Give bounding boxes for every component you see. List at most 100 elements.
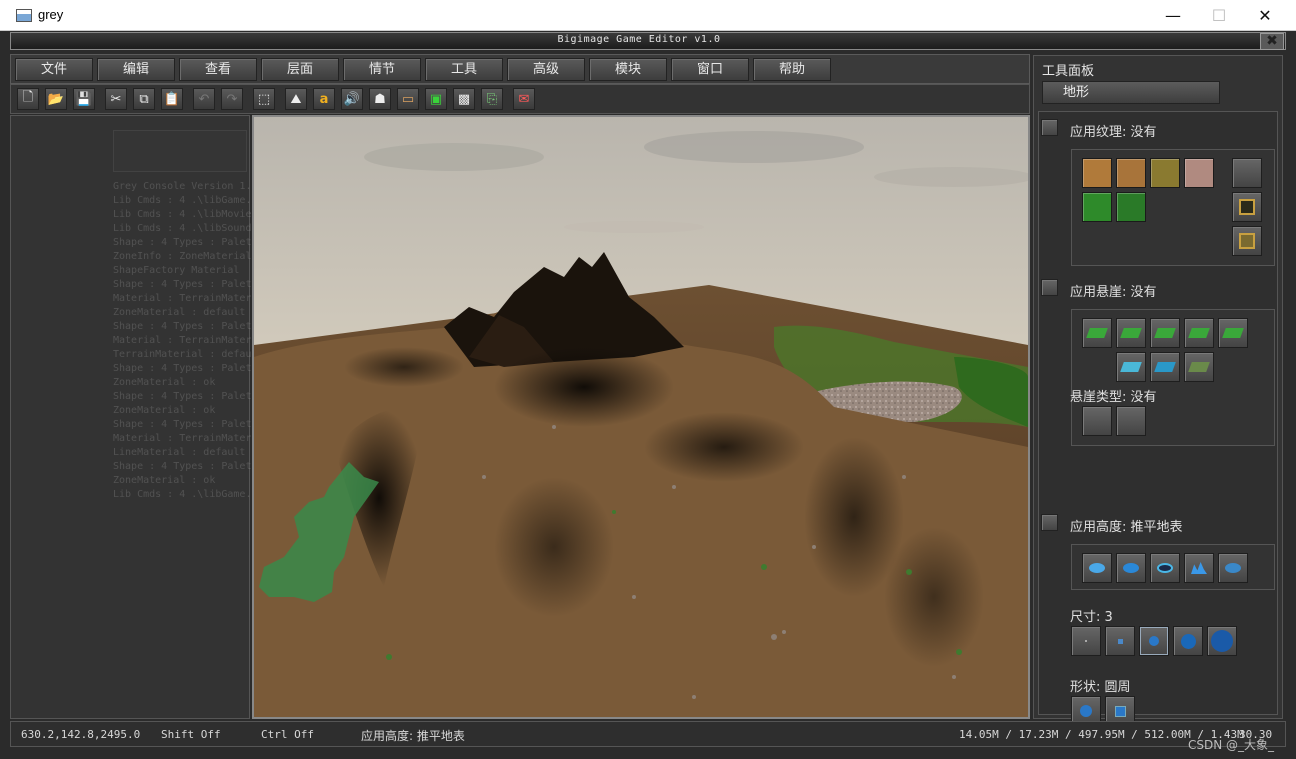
sound-icon[interactable]: 🔊 — [341, 88, 363, 110]
cliff-type-1-button[interactable] — [1082, 406, 1112, 436]
terrain-shadow — [884, 527, 984, 667]
terrain-viewport[interactable] — [252, 115, 1030, 719]
cursor-coords: 630.2,142.8,2495.0 — [21, 728, 141, 741]
object-icon[interactable]: ▩ — [453, 88, 475, 110]
tab-terrain[interactable]: 地形 — [1042, 81, 1220, 104]
status-bar: 630.2,142.8,2495.0 Shift Off Ctrl Off 应用… — [10, 721, 1286, 747]
height-checkbox[interactable] — [1041, 514, 1058, 531]
test-map-icon[interactable]: ✉ — [513, 88, 535, 110]
region-icon[interactable]: ▣ — [425, 88, 447, 110]
ramp-icon[interactable] — [1184, 352, 1214, 382]
size-4-button[interactable] — [1173, 626, 1203, 656]
cliff-raise-icon[interactable] — [1116, 318, 1146, 348]
console-line: Shape : 4 Types : Palette — [113, 321, 251, 332]
water-deep-icon[interactable] — [1150, 352, 1180, 382]
size-5-button[interactable] — [1207, 626, 1237, 656]
menu-window[interactable]: 窗口 — [671, 58, 749, 81]
editor-title: Bigimage Game Editor v1.0 — [557, 34, 721, 45]
cloud — [364, 143, 544, 171]
lower-icon[interactable] — [1116, 553, 1146, 583]
mode-status: 应用高度: 推平地表 — [361, 729, 465, 743]
smooth-icon[interactable] — [1218, 553, 1248, 583]
console-line: Lib Cmds : 4 .\libGame.dll — [113, 195, 251, 206]
terrain-shadow — [644, 412, 804, 482]
undo-icon[interactable]: ↶ — [193, 88, 215, 110]
texture-tile-grassy-dirt[interactable] — [1150, 158, 1180, 188]
cloud — [564, 221, 704, 233]
app-window-icon — [16, 9, 32, 22]
cliff-level-icon[interactable] — [1150, 318, 1180, 348]
texture-tile-dark-grass[interactable] — [1116, 192, 1146, 222]
menu-advanced[interactable]: 高级 — [507, 58, 585, 81]
cliff-add-icon[interactable] — [1184, 318, 1214, 348]
cliff-type-2-button[interactable] — [1116, 406, 1146, 436]
toolbar: 🗋 📂 💾 ✂ ⧉ 📋 ↶ ↷ ⬚ ⛰ a 🔊 ☗ ▭ ▣ ▩ ⎘ ✉ — [10, 84, 1030, 114]
menu-scenario[interactable]: 情节 — [343, 58, 421, 81]
cliff-lower-icon[interactable] — [1082, 318, 1112, 348]
terrain-scene — [254, 117, 1028, 717]
size-2-button[interactable] — [1105, 626, 1135, 656]
console-line: ZoneMaterial : ok — [113, 475, 216, 486]
cloud — [874, 167, 1028, 187]
menu-help[interactable]: 帮助 — [753, 58, 831, 81]
new-file-icon[interactable]: 🗋 — [17, 88, 39, 110]
size-1-button[interactable] — [1071, 626, 1101, 656]
text-icon[interactable]: a — [313, 88, 335, 110]
cliff-add-alt-icon[interactable] — [1218, 318, 1248, 348]
unit-icon[interactable]: ☗ — [369, 88, 391, 110]
save-icon[interactable]: 💾 — [73, 88, 95, 110]
menu-view[interactable]: 查看 — [179, 58, 257, 81]
open-folder-icon[interactable]: 📂 — [45, 88, 67, 110]
console-line: Lib Cmds : 4 .\libGame.dll — [113, 489, 251, 500]
menu-tools[interactable]: 工具 — [425, 58, 503, 81]
console-line: Shape : 4 Types : Palette — [113, 237, 251, 248]
cliff-checkbox[interactable] — [1041, 279, 1058, 296]
terrain-shadow — [494, 477, 614, 617]
console-line: Material : TerrainMater — [113, 293, 251, 304]
menu-file[interactable]: 文件 — [15, 58, 93, 81]
texture-checkbox[interactable] — [1041, 119, 1058, 136]
texture-blank-button[interactable] — [1232, 158, 1262, 188]
noise-icon[interactable] — [1184, 553, 1214, 583]
close-window-button[interactable]: ✕ — [1242, 0, 1288, 31]
editor-caption-bar: Bigimage Game Editor v1.0 ✖ — [10, 32, 1286, 50]
terrain-icon[interactable]: ⛰ — [285, 88, 307, 110]
console-header — [113, 130, 247, 172]
console-line: TerrainMaterial : default — [113, 349, 251, 360]
texture-tile-dirt[interactable] — [1082, 158, 1112, 188]
menu-layer[interactable]: 层面 — [261, 58, 339, 81]
size-label: 尺寸: 3 — [1070, 610, 1113, 625]
menu-edit[interactable]: 编辑 — [97, 58, 175, 81]
terrain-shadow — [494, 347, 674, 427]
import-icon[interactable]: ⎘ — [481, 88, 503, 110]
plateau-icon[interactable] — [1150, 553, 1180, 583]
select-region-icon[interactable]: ⬚ — [253, 88, 275, 110]
cliff-type-label: 悬崖类型: 没有 — [1070, 390, 1157, 405]
cut-icon[interactable]: ✂ — [105, 88, 127, 110]
maximize-button[interactable]: ☐ — [1196, 0, 1242, 31]
console-line: Shape : 4 Types : Palette — [113, 419, 251, 430]
menu-module[interactable]: 模块 — [589, 58, 667, 81]
texture-tile-rough-dirt[interactable] — [1116, 158, 1146, 188]
water-shallow-icon[interactable] — [1116, 352, 1146, 382]
square-outline-icon — [1239, 199, 1255, 215]
cloud — [644, 131, 864, 163]
console-line: ZoneMaterial : default — [113, 307, 246, 318]
texture-brush-filled-button[interactable] — [1232, 226, 1262, 256]
minimize-button[interactable]: — — [1150, 0, 1196, 31]
paste-icon[interactable]: 📋 — [161, 88, 183, 110]
menu-bar: 文件 编辑 查看 层面 情节 工具 高级 模块 窗口 帮助 — [10, 54, 1030, 84]
texture-brush-square-button[interactable] — [1232, 192, 1262, 222]
size-3-button[interactable] — [1139, 626, 1169, 656]
console-line: Material : TerrainMater — [113, 335, 251, 346]
raise-icon[interactable] — [1082, 553, 1112, 583]
shape-label: 形状: 圆周 — [1070, 680, 1131, 695]
redo-icon[interactable]: ↷ — [221, 88, 243, 110]
texture-tile-gravel[interactable] — [1184, 158, 1214, 188]
doodad-icon[interactable]: ▭ — [397, 88, 419, 110]
copy-icon[interactable]: ⧉ — [133, 88, 155, 110]
console-line: Shape : 4 Types : Palette — [113, 461, 251, 472]
console-line: ZoneInfo : ZoneMaterial — [113, 251, 251, 262]
texture-tile-grass[interactable] — [1082, 192, 1112, 222]
editor-close-button[interactable]: ✖ — [1260, 33, 1284, 50]
